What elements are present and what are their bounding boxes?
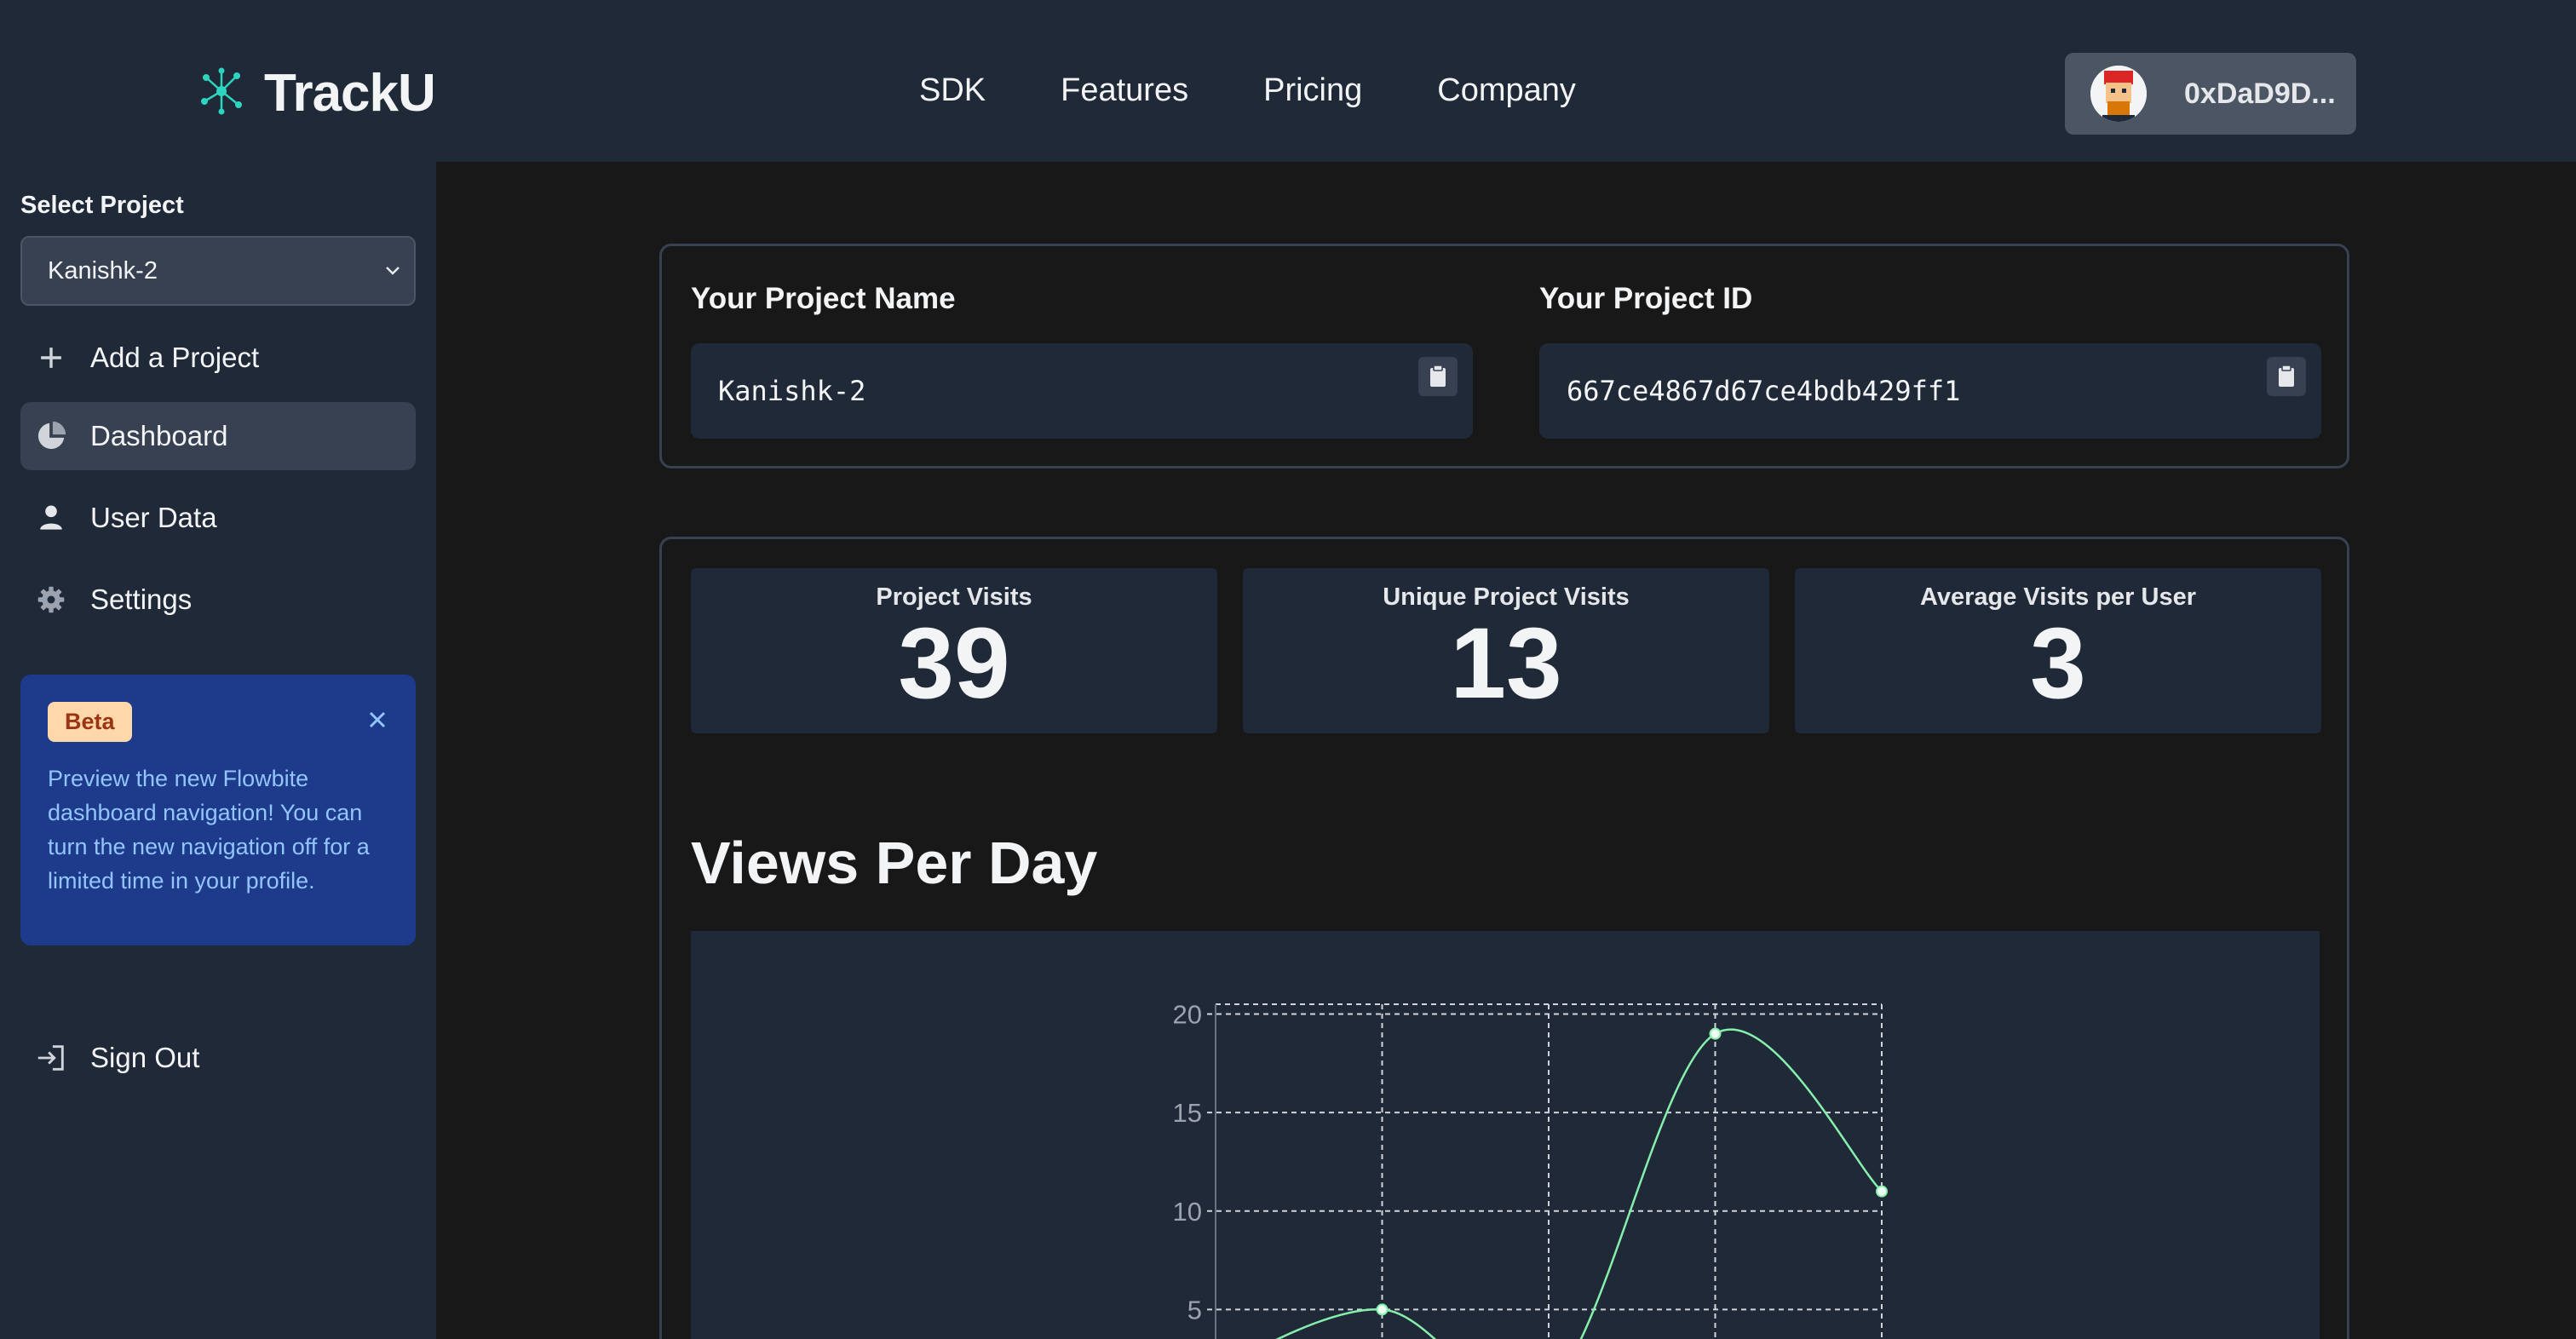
brand-logo[interactable]: TrackU [196,63,436,124]
sidebar-item-settings[interactable]: Settings [20,566,416,634]
stat-unique-visits: Unique Project Visits 13 [1243,568,1769,733]
views-per-day-chart: 5 10 15 20 [691,931,2320,1339]
copy-project-id-button[interactable] [2267,357,2306,396]
y-tick-label: 5 [1187,1295,1202,1325]
plus-icon [34,341,68,375]
main-nav: SDK Features Pricing Company [919,72,1651,109]
project-id-value: 667ce4867d67ce4bdb429ff1 [1567,375,1961,407]
project-name-field: Kanishk-2 [691,343,1473,439]
project-select[interactable]: Kanishk-2 [20,236,416,306]
project-name-value: Kanishk-2 [718,375,866,407]
pie-chart-icon [34,419,68,453]
gear-icon [34,583,68,617]
data-point [1876,1185,1888,1198]
project-select-value: Kanishk-2 [48,256,158,284]
data-point [1376,1303,1389,1316]
clipboard-icon [1430,365,1446,387]
stat-value: 39 [898,607,1010,720]
project-name-label: Your Project Name [691,282,956,315]
pixel-avatar-icon [2090,66,2147,122]
sidebar-item-add-project[interactable]: Add a Project [20,324,416,392]
chart-canvas: 5 10 15 20 [1173,1000,1888,1339]
copy-project-name-button[interactable] [1418,357,1458,396]
sign-out-button[interactable]: Sign Out [20,1024,416,1092]
sidebar-item-label: Add a Project [90,342,260,373]
stat-value: 3 [2030,607,2086,720]
sign-out-label: Sign Out [90,1042,200,1073]
analytics-card: Project Visits 39 Unique Project Visits … [659,537,2349,1339]
views-per-day-title: Views Per Day [691,830,1098,896]
sidebar: Select Project Kanishk-2 Add a Project D… [0,162,436,1339]
nav-link-company[interactable]: Company [1437,72,1576,109]
avatar [2090,66,2147,122]
select-project-label: Select Project [20,192,184,219]
project-info-card: Your Project Name Kanishk-2 Your Project… [659,244,2349,468]
project-id-label: Your Project ID [1539,282,1753,315]
nav-link-pricing[interactable]: Pricing [1263,72,1362,109]
clipboard-icon [2279,365,2294,387]
beta-badge: Beta [48,702,132,742]
brand-name: TrackU [264,64,436,123]
y-tick-label: 10 [1173,1197,1202,1227]
sidebar-item-dashboard[interactable]: Dashboard [20,402,416,470]
beta-notice-card: Beta Preview the new Flowbite dashboard … [20,675,416,945]
stat-value: 13 [1450,607,1562,720]
chevron-down-icon [380,258,405,284]
project-id-field: 667ce4867d67ce4bdb429ff1 [1539,343,2321,439]
top-navbar: TrackU SDK Features Pricing Company 0xDa… [0,0,2576,162]
nav-link-sdk[interactable]: SDK [919,72,986,109]
wallet-address: 0xDaD9D... [2184,77,2336,110]
wallet-button[interactable]: 0xDaD9D... [2065,53,2356,135]
sidebar-item-label: Settings [90,583,193,615]
sidebar-item-label: User Data [90,502,217,533]
beta-notice-text: Preview the new Flowbite dashboard navig… [48,766,370,894]
stat-project-visits: Project Visits 39 [691,568,1217,733]
y-tick-label: 20 [1173,1000,1202,1030]
data-point [1709,1027,1722,1040]
sign-out-icon [34,1041,68,1075]
y-tick-label: 15 [1173,1098,1202,1128]
user-icon [34,501,68,535]
sidebar-item-user-data[interactable]: User Data [20,484,416,552]
network-nodes-icon [196,66,247,121]
stat-average-visits: Average Visits per User 3 [1795,568,2321,733]
nav-link-features[interactable]: Features [1061,72,1188,109]
sidebar-item-label: Dashboard [90,420,228,451]
close-icon[interactable] [363,705,392,734]
